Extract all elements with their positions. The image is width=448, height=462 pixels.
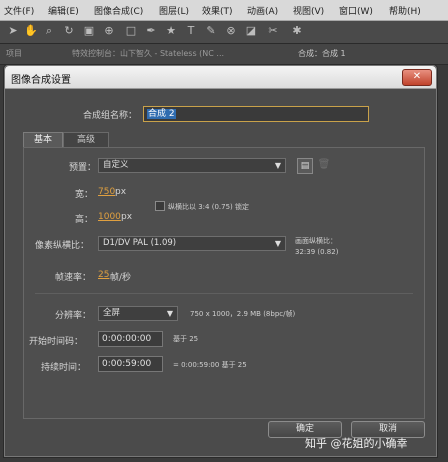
pan-behind-tool-icon[interactable]: ⊕ bbox=[102, 24, 116, 38]
settings-tabs: 基本 高级 bbox=[23, 132, 423, 147]
lock-aspect-checkbox[interactable] bbox=[155, 201, 165, 211]
frame-rate-value[interactable]: 25 bbox=[98, 270, 109, 280]
chevron-down-icon: ▼ bbox=[274, 239, 281, 248]
hand-tool-icon[interactable]: ✋ bbox=[24, 24, 38, 38]
resolution-value: 全屏 bbox=[103, 308, 121, 318]
pixel-aspect-label: 像素纵横比： bbox=[35, 241, 90, 251]
puppet-tool-icon[interactable]: ✱ bbox=[290, 24, 304, 38]
rotate-tool-icon[interactable]: ↻ bbox=[62, 24, 76, 38]
star-tool-icon[interactable]: ★ bbox=[164, 24, 178, 38]
chevron-down-icon: ▼ bbox=[166, 309, 173, 318]
height-unit: px bbox=[121, 212, 133, 222]
resolution-label: 分辨率： bbox=[55, 311, 92, 321]
preset-select[interactable]: 自定义 ▼ bbox=[98, 158, 286, 173]
start-timecode-input[interactable]: 0:00:00:00 bbox=[98, 331, 163, 347]
menu-window[interactable]: 窗口(W) bbox=[339, 4, 373, 17]
pen-tool-icon[interactable]: ✒ bbox=[144, 24, 158, 38]
selection-tool-icon[interactable]: ➤ bbox=[6, 24, 20, 38]
menu-composition[interactable]: 图像合成(C) bbox=[94, 4, 143, 17]
menu-bar: 文件(F) 编辑(E) 图像合成(C) 图层(L) 效果(T) 动画(A) 视图… bbox=[0, 0, 448, 21]
pixel-aspect-select[interactable]: D1/DV PAL (1.09) ▼ bbox=[98, 236, 286, 251]
width-unit: px bbox=[115, 187, 127, 197]
menu-view[interactable]: 视图(V) bbox=[293, 4, 324, 17]
comp-name-input[interactable]: 合成 2 bbox=[143, 106, 369, 122]
height-value[interactable]: 1000 bbox=[98, 212, 121, 222]
resolution-info: 750 x 1000，2.9 MB (8bpc/帧) bbox=[190, 310, 296, 318]
frame-rate-unit: 帧/秒 bbox=[110, 273, 132, 283]
chevron-down-icon: ▼ bbox=[274, 161, 281, 170]
type-tool-icon[interactable]: T bbox=[184, 24, 198, 38]
menu-layer[interactable]: 图层(L) bbox=[159, 4, 189, 17]
clone-tool-icon[interactable]: ⊗ bbox=[224, 24, 238, 38]
mask-tool-icon[interactable]: □ bbox=[124, 24, 138, 38]
toolbar: ➤ ✋ ⌕ ↻ ▣ ⊕ □ ✒ ★ T ✎ ⊗ ◪ ✂ ✱ bbox=[0, 21, 448, 44]
tab-advanced[interactable]: 高级 bbox=[63, 132, 109, 147]
preset-value: 自定义 bbox=[103, 160, 129, 170]
start-timecode-label: 开始时间码： bbox=[29, 337, 84, 347]
watermark-text: 知乎 @花姐的小确幸 bbox=[305, 437, 408, 450]
close-icon[interactable]: ✕ bbox=[402, 69, 432, 86]
menu-effect[interactable]: 效果(T) bbox=[202, 4, 233, 17]
tab-project[interactable]: 项目 bbox=[6, 47, 22, 61]
width-value[interactable]: 750 bbox=[98, 187, 115, 197]
dialog-title: 图像合成设置 bbox=[11, 75, 71, 86]
tab-effect-controls[interactable]: 特效控制台：山下智久 - Stateless (NC ... bbox=[72, 47, 262, 61]
panel-tab-strip: 项目 特效控制台：山下智久 - Stateless (NC ... 合成：合成 … bbox=[0, 44, 448, 65]
height-label: 高： bbox=[75, 215, 94, 225]
composition-settings-dialog: 图像合成设置 ✕ 合成组名称： 合成 2 基本 高级 预置： 自定义 ▼ ▤ 🗑… bbox=[4, 65, 437, 457]
duration-label: 持续时间： bbox=[41, 363, 87, 373]
camera-tool-icon[interactable]: ▣ bbox=[82, 24, 96, 38]
lock-aspect-label: 纵横比以 3:4 (0.75) 锁定 bbox=[168, 203, 249, 211]
frame-aspect-label: 画面纵横比： bbox=[295, 237, 337, 245]
brush-tool-icon[interactable]: ✎ bbox=[204, 24, 218, 38]
frame-rate-label: 帧速率： bbox=[55, 273, 92, 283]
divider bbox=[35, 293, 413, 294]
dialog-titlebar: 图像合成设置 ✕ bbox=[5, 66, 436, 89]
delete-preset-icon[interactable]: 🗑 bbox=[317, 158, 331, 172]
comp-name-label: 合成组名称： bbox=[83, 111, 138, 121]
resolution-select[interactable]: 全屏 ▼ bbox=[98, 306, 178, 321]
start-timecode-base: 基于 25 bbox=[173, 335, 199, 343]
menu-help[interactable]: 帮助(H) bbox=[389, 4, 421, 17]
tab-composition[interactable]: 合成：合成 1 bbox=[298, 47, 346, 61]
zoom-tool-icon[interactable]: ⌕ bbox=[42, 24, 56, 38]
width-label: 宽： bbox=[75, 190, 94, 200]
eraser-tool-icon[interactable]: ◪ bbox=[244, 24, 258, 38]
menu-file[interactable]: 文件(F) bbox=[4, 4, 34, 17]
comp-name-value: 合成 2 bbox=[147, 109, 176, 119]
pixel-aspect-value: D1/DV PAL (1.09) bbox=[103, 238, 177, 248]
save-preset-icon[interactable]: ▤ bbox=[297, 158, 313, 174]
roto-tool-icon[interactable]: ✂ bbox=[266, 24, 280, 38]
duration-info: = 0:00:59:00 基于 25 bbox=[173, 361, 247, 369]
duration-input[interactable]: 0:00:59:00 bbox=[98, 356, 163, 372]
preset-label: 预置： bbox=[69, 163, 97, 173]
tab-basic[interactable]: 基本 bbox=[23, 132, 63, 147]
menu-edit[interactable]: 编辑(E) bbox=[48, 4, 79, 17]
frame-aspect-value: 32:39 (0.82) bbox=[295, 248, 339, 256]
menu-animation[interactable]: 动画(A) bbox=[247, 4, 278, 17]
